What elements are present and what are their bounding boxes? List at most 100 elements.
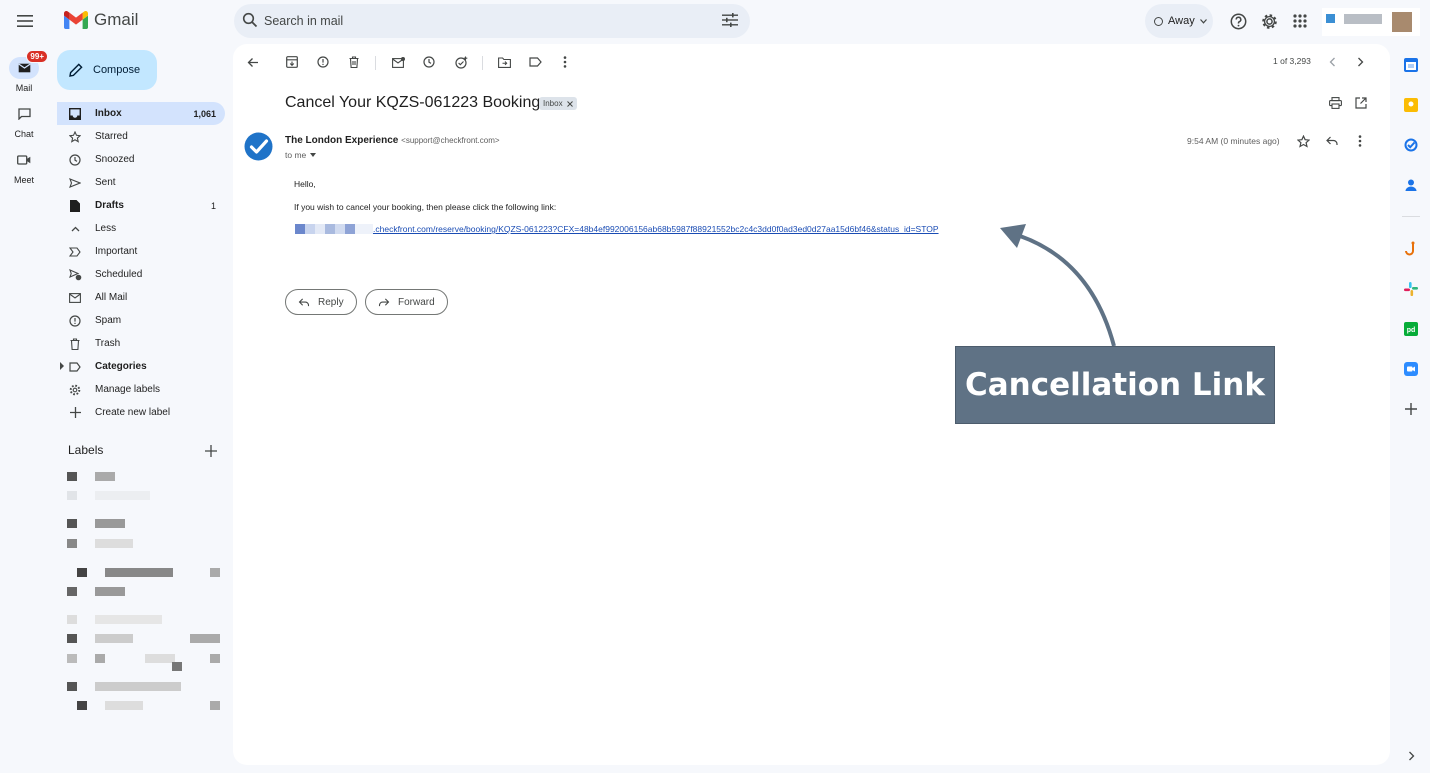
nav-snoozed[interactable]: Snoozed	[57, 148, 225, 171]
expand-caret-icon[interactable]	[60, 362, 64, 370]
newer-chevron-left-icon[interactable]	[1324, 54, 1340, 70]
nav-scheduled[interactable]: Scheduled	[57, 263, 225, 286]
rail-label: Chat	[14, 129, 34, 139]
cancellation-link[interactable]: .checkfront.com/reserve/booking/KQZS-061…	[373, 224, 939, 234]
nav-trash[interactable]: Trash	[57, 332, 225, 355]
cancellation-link-row: .checkfront.com/reserve/booking/KQZS-061…	[295, 224, 939, 234]
forward-label: Forward	[398, 296, 435, 308]
apps-grid-icon[interactable]	[1290, 11, 1310, 31]
tasks-app-icon[interactable]	[1402, 136, 1420, 154]
addon-hook-icon[interactable]	[1402, 240, 1420, 258]
contacts-app-icon[interactable]	[1402, 176, 1420, 194]
rail-label: Mail	[15, 83, 33, 93]
unread-badge: 99+	[26, 50, 48, 63]
reply-label: Reply	[318, 296, 344, 308]
toolbar-divider	[375, 56, 376, 70]
nav-label: Create new label	[95, 407, 171, 418]
print-icon[interactable]	[1327, 95, 1343, 111]
status-label: Away	[1168, 15, 1195, 27]
back-arrow-icon[interactable]	[245, 54, 261, 70]
calendar-app-icon[interactable]	[1402, 56, 1420, 74]
annotation-callout: Cancellation Link	[955, 346, 1275, 424]
slack-addon-icon[interactable]	[1402, 280, 1420, 298]
sender-avatar-checkmark-icon[interactable]	[244, 132, 273, 161]
nav-label: Less	[95, 223, 117, 234]
archive-icon[interactable]	[284, 54, 300, 70]
nav-all-mail[interactable]: All Mail	[57, 286, 225, 309]
nav-inbox[interactable]: Inbox 1,061	[57, 102, 225, 125]
search-input[interactable]	[264, 11, 684, 31]
move-to-folder-icon[interactable]	[496, 54, 512, 70]
nav-label: All Mail	[95, 292, 128, 303]
nav-drafts[interactable]: Drafts 1	[57, 194, 225, 217]
nav-label: Sent	[95, 177, 116, 188]
inbox-count: 1,061	[193, 108, 216, 119]
search-bar[interactable]	[234, 4, 750, 38]
status-selector[interactable]: Away	[1145, 4, 1213, 38]
compose-button[interactable]: Compose	[57, 50, 157, 90]
message-more-vertical-icon[interactable]	[1352, 133, 1368, 149]
settings-gear-icon[interactable]	[1259, 11, 1279, 31]
report-spam-icon[interactable]	[315, 54, 331, 70]
nav-sent[interactable]: Sent	[57, 171, 225, 194]
nav-label: Important	[95, 246, 138, 257]
folder-chip: Inbox	[539, 97, 577, 110]
open-new-window-icon[interactable]	[1353, 95, 1369, 111]
chevron-down-icon	[1199, 18, 1207, 24]
forward-arrow-icon	[378, 298, 390, 306]
side-panel-divider	[1402, 216, 1420, 217]
account-area-redacted[interactable]	[1322, 8, 1420, 36]
nav-create-label[interactable]: Create new label	[57, 401, 225, 424]
nav-label: Snoozed	[95, 154, 135, 165]
search-icon[interactable]	[242, 12, 258, 28]
nav-important[interactable]: Important	[57, 240, 225, 263]
nav-categories[interactable]: Categories	[57, 355, 225, 378]
mail-icon: 99+	[9, 50, 48, 79]
rail-meet[interactable]: Meet	[0, 149, 48, 185]
nav-label: Spam	[95, 315, 122, 326]
recipient-label: to me	[285, 150, 307, 160]
nav-manage-labels[interactable]: Manage labels	[57, 378, 225, 401]
reply-button[interactable]: Reply	[285, 289, 357, 315]
forward-button[interactable]: Forward	[365, 289, 448, 315]
search-options-icon[interactable]	[722, 13, 738, 27]
reply-arrow-icon[interactable]	[1324, 133, 1340, 149]
gmail-logo[interactable]: Gmail	[64, 10, 138, 30]
label-icon	[68, 360, 82, 374]
toolbar-divider	[482, 56, 483, 70]
remove-label-x-icon[interactable]	[566, 100, 573, 107]
get-addons-plus-icon[interactable]	[1402, 400, 1420, 418]
top-bar: Gmail Away	[0, 0, 1430, 44]
add-task-icon[interactable]	[453, 54, 469, 70]
keep-notes-icon[interactable]	[1402, 96, 1420, 114]
more-vertical-icon[interactable]	[557, 54, 573, 70]
redacted-domain	[295, 224, 373, 234]
nav-less[interactable]: Less	[57, 217, 225, 240]
star-message-icon[interactable]	[1295, 133, 1311, 149]
help-icon[interactable]	[1228, 11, 1248, 31]
older-chevron-right-icon[interactable]	[1352, 54, 1368, 70]
mark-unread-icon[interactable]	[390, 54, 406, 70]
rail-chat[interactable]: Chat	[0, 103, 48, 139]
pagerduty-addon-icon[interactable]: pd	[1402, 320, 1420, 338]
draft-icon	[68, 199, 82, 213]
app-name: Gmail	[94, 10, 139, 29]
nav-label: Manage labels	[95, 384, 161, 395]
sender-name[interactable]: The London Experience	[285, 135, 398, 146]
label-tag-icon[interactable]	[527, 54, 543, 70]
reply-arrow-icon	[298, 298, 310, 306]
nav-starred[interactable]: Starred	[57, 125, 225, 148]
nav-spam[interactable]: Spam	[57, 309, 225, 332]
expand-panel-chevron-icon[interactable]	[1402, 747, 1420, 765]
recipient-toggle[interactable]: to me	[285, 150, 317, 160]
inbox-icon	[68, 107, 82, 121]
rail-mail[interactable]: 99+ Mail	[0, 50, 48, 93]
main-menu-icon[interactable]	[12, 8, 38, 34]
chat-icon	[9, 103, 39, 125]
status-ring-icon	[1154, 16, 1163, 26]
delete-icon[interactable]	[346, 54, 362, 70]
snooze-clock-icon[interactable]	[421, 54, 437, 70]
zoom-addon-icon[interactable]	[1402, 360, 1420, 378]
chevron-up-icon	[68, 222, 82, 236]
add-label-plus-icon[interactable]	[205, 445, 217, 457]
